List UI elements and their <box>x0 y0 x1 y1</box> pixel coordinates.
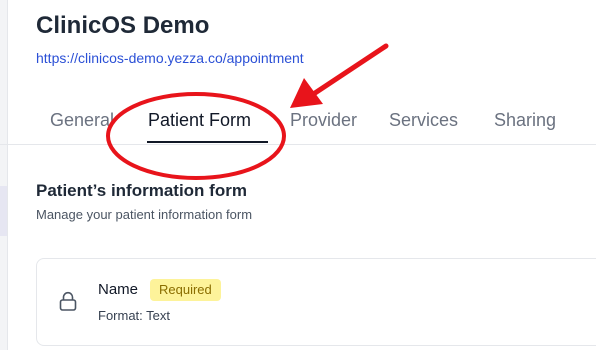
tab-sharing[interactable]: Sharing <box>494 110 556 131</box>
annotation-arrow-shaft <box>312 43 389 96</box>
required-badge: Required <box>150 279 221 301</box>
section-subtitle: Manage your patient information form <box>36 207 253 222</box>
tab-bar: General Patient Form Provider Services S… <box>0 104 596 145</box>
field-format: Format: Text <box>98 308 171 323</box>
app-settings-page: ClinicOS Demo https://clinicos-demo.yezz… <box>0 0 596 350</box>
page-title: ClinicOS Demo <box>36 12 210 39</box>
field-name: Name <box>98 281 139 298</box>
form-field-card[interactable]: Name Required Format: Text <box>36 258 596 346</box>
appointment-link[interactable]: https://clinicos-demo.yezza.co/appointme… <box>36 50 304 66</box>
left-rail <box>0 0 8 350</box>
tab-provider[interactable]: Provider <box>290 110 357 131</box>
lock-icon <box>59 291 77 311</box>
tab-services[interactable]: Services <box>389 110 458 131</box>
tab-patient-form[interactable]: Patient Form <box>148 110 251 131</box>
active-tab-indicator <box>147 141 268 143</box>
rail-highlight <box>0 186 7 236</box>
section-title: Patient’s information form <box>36 181 247 200</box>
tab-general[interactable]: General <box>50 110 114 131</box>
